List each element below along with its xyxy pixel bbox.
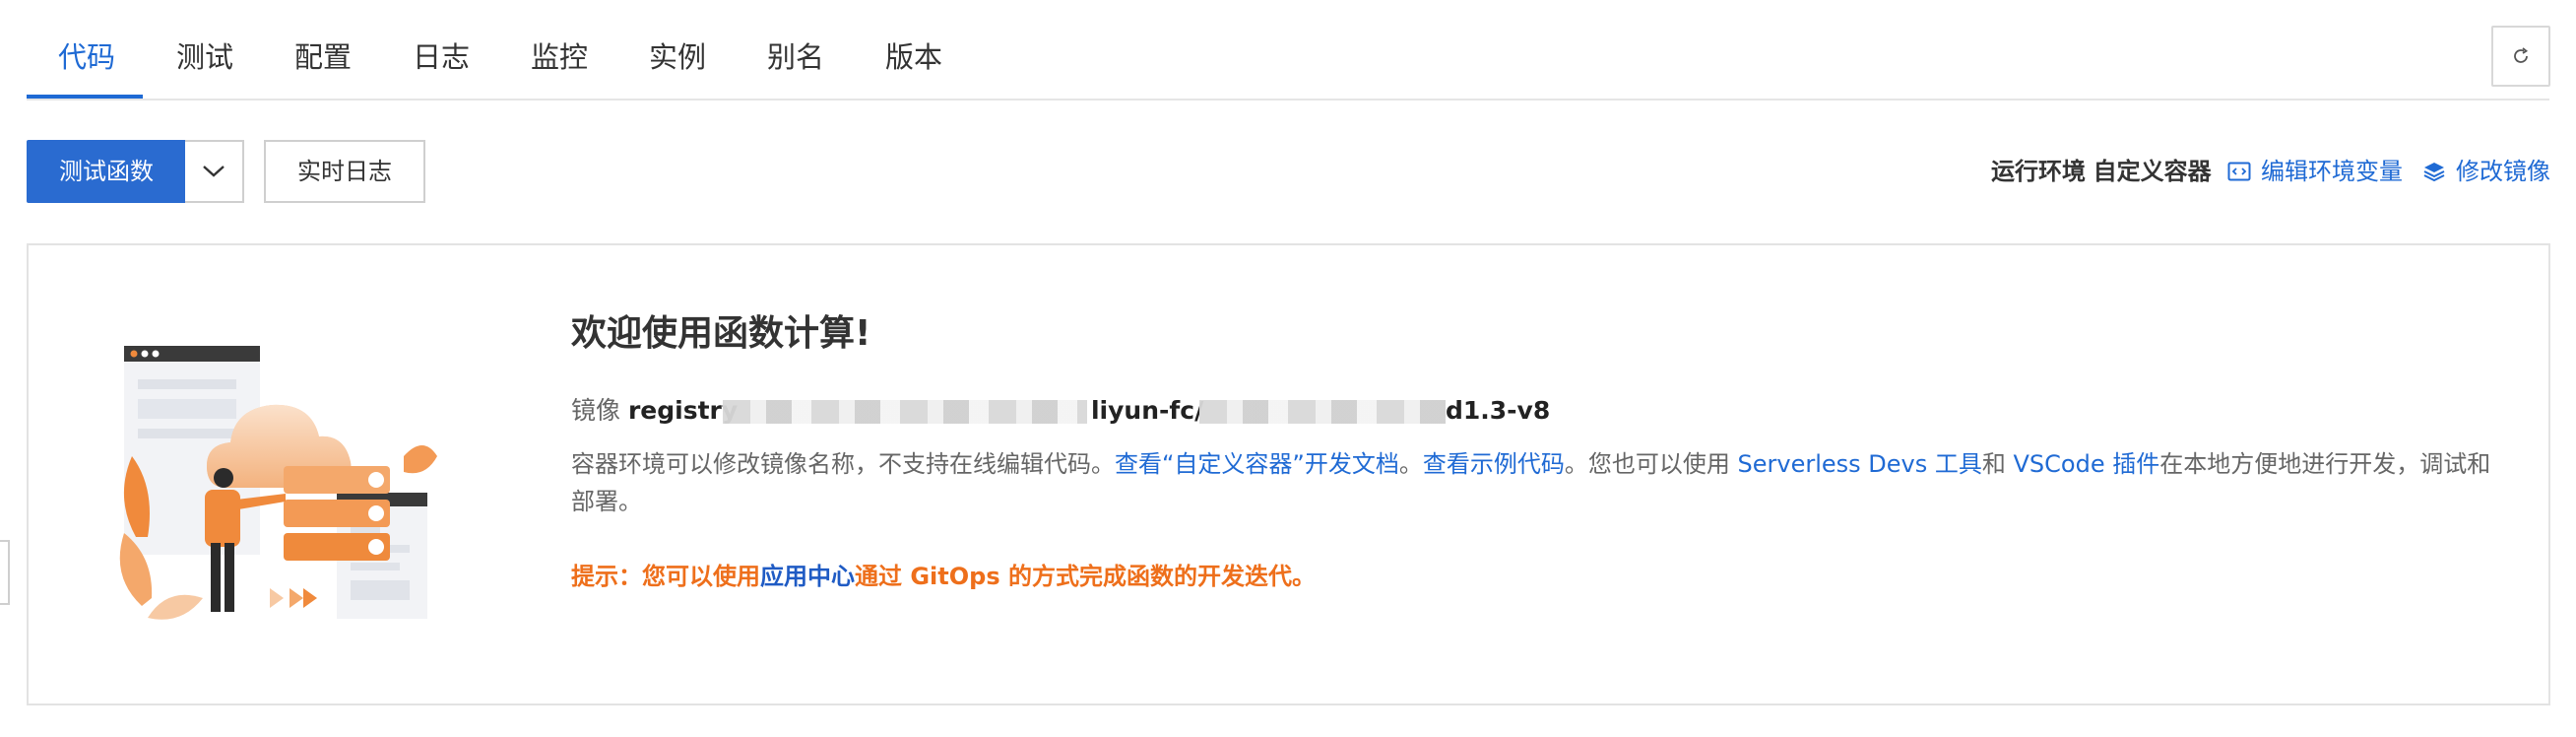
serverless-devs-link[interactable]: Serverless Devs 工具 bbox=[1738, 450, 1982, 478]
image-name-middle: liyun-fc/ bbox=[1090, 396, 1204, 425]
layers-icon bbox=[2423, 163, 2445, 182]
modify-image-label: 修改镜像 bbox=[2456, 158, 2550, 185]
tab-logs[interactable]: 日志 bbox=[413, 35, 470, 79]
realtime-log-button[interactable]: 实时日志 bbox=[264, 140, 425, 203]
welcome-title: 欢迎使用函数计算! bbox=[571, 313, 871, 354]
chevron-down-icon bbox=[203, 166, 225, 177]
modify-image-link[interactable]: 修改镜像 bbox=[2422, 154, 2550, 189]
desc-text-1: 容器环境可以修改镜像名称，不支持在线编辑代码。 bbox=[571, 450, 1115, 478]
redacted-region-2 bbox=[1198, 400, 1446, 424]
tab-config[interactable]: 配置 bbox=[294, 35, 352, 79]
edit-env-vars-label: 编辑环境变量 bbox=[2261, 158, 2403, 185]
test-options-dropdown[interactable] bbox=[185, 140, 244, 203]
tab-instances[interactable]: 实例 bbox=[649, 35, 706, 79]
image-name-prefix: registry bbox=[627, 396, 739, 425]
runtime-value: 自定义容器 bbox=[2093, 158, 2212, 185]
desc-separator: 。 bbox=[1398, 450, 1423, 478]
runtime-label: 运行环境 bbox=[1991, 158, 2086, 185]
runtime-info: 运行环境 自定义容器 bbox=[1991, 154, 2212, 189]
tip-prefix: 提示：您可以使用 bbox=[571, 563, 760, 590]
vscode-plugin-link[interactable]: VSCode 插件 bbox=[2014, 450, 2160, 478]
active-tab-indicator bbox=[27, 95, 143, 99]
refresh-button[interactable] bbox=[2491, 26, 2550, 87]
edit-env-vars-link[interactable]: 编辑环境变量 bbox=[2227, 154, 2403, 189]
code-window-icon bbox=[2227, 162, 2251, 181]
image-name-suffix: d1.3-v8 bbox=[1445, 396, 1551, 425]
side-panel-handle[interactable] bbox=[0, 540, 10, 605]
tab-alias[interactable]: 别名 bbox=[767, 35, 824, 79]
desc-text-2: 。您也可以使用 bbox=[1564, 450, 1738, 478]
tip-suffix: 通过 GitOps 的方式完成函数的开发迭代。 bbox=[855, 563, 1316, 590]
custom-container-docs-link[interactable]: 查看“自定义容器”开发文档 bbox=[1115, 450, 1399, 478]
app-center-link[interactable]: 应用中心 bbox=[760, 563, 855, 590]
redacted-region bbox=[722, 400, 1087, 424]
image-info: 镜像 registry liyun-fc/ d1.3-v8 bbox=[571, 392, 1550, 430]
tab-test[interactable]: 测试 bbox=[176, 35, 233, 79]
desc-text-3: 和 bbox=[1981, 450, 2014, 478]
image-name-value: registry liyun-fc/ d1.3-v8 bbox=[627, 392, 1550, 430]
test-function-button[interactable]: 测试函数 bbox=[27, 140, 186, 203]
tab-versions[interactable]: 版本 bbox=[885, 35, 942, 79]
tab-bar: 代码 测试 配置 日志 监控 实例 别名 版本 bbox=[27, 0, 2549, 100]
tip-message: 提示：您可以使用应用中心通过 GitOps 的方式完成函数的开发迭代。 bbox=[571, 558, 1316, 595]
sample-code-link[interactable]: 查看示例代码 bbox=[1423, 450, 1565, 478]
image-label: 镜像 bbox=[571, 396, 621, 425]
tab-code[interactable]: 代码 bbox=[58, 35, 115, 79]
container-description: 容器环境可以修改镜像名称，不支持在线编辑代码。查看“自定义容器”开发文档。查看示… bbox=[571, 445, 2501, 520]
refresh-icon bbox=[2514, 47, 2529, 63]
tab-monitor[interactable]: 监控 bbox=[531, 35, 588, 79]
cloud-server-illustration bbox=[119, 346, 437, 620]
